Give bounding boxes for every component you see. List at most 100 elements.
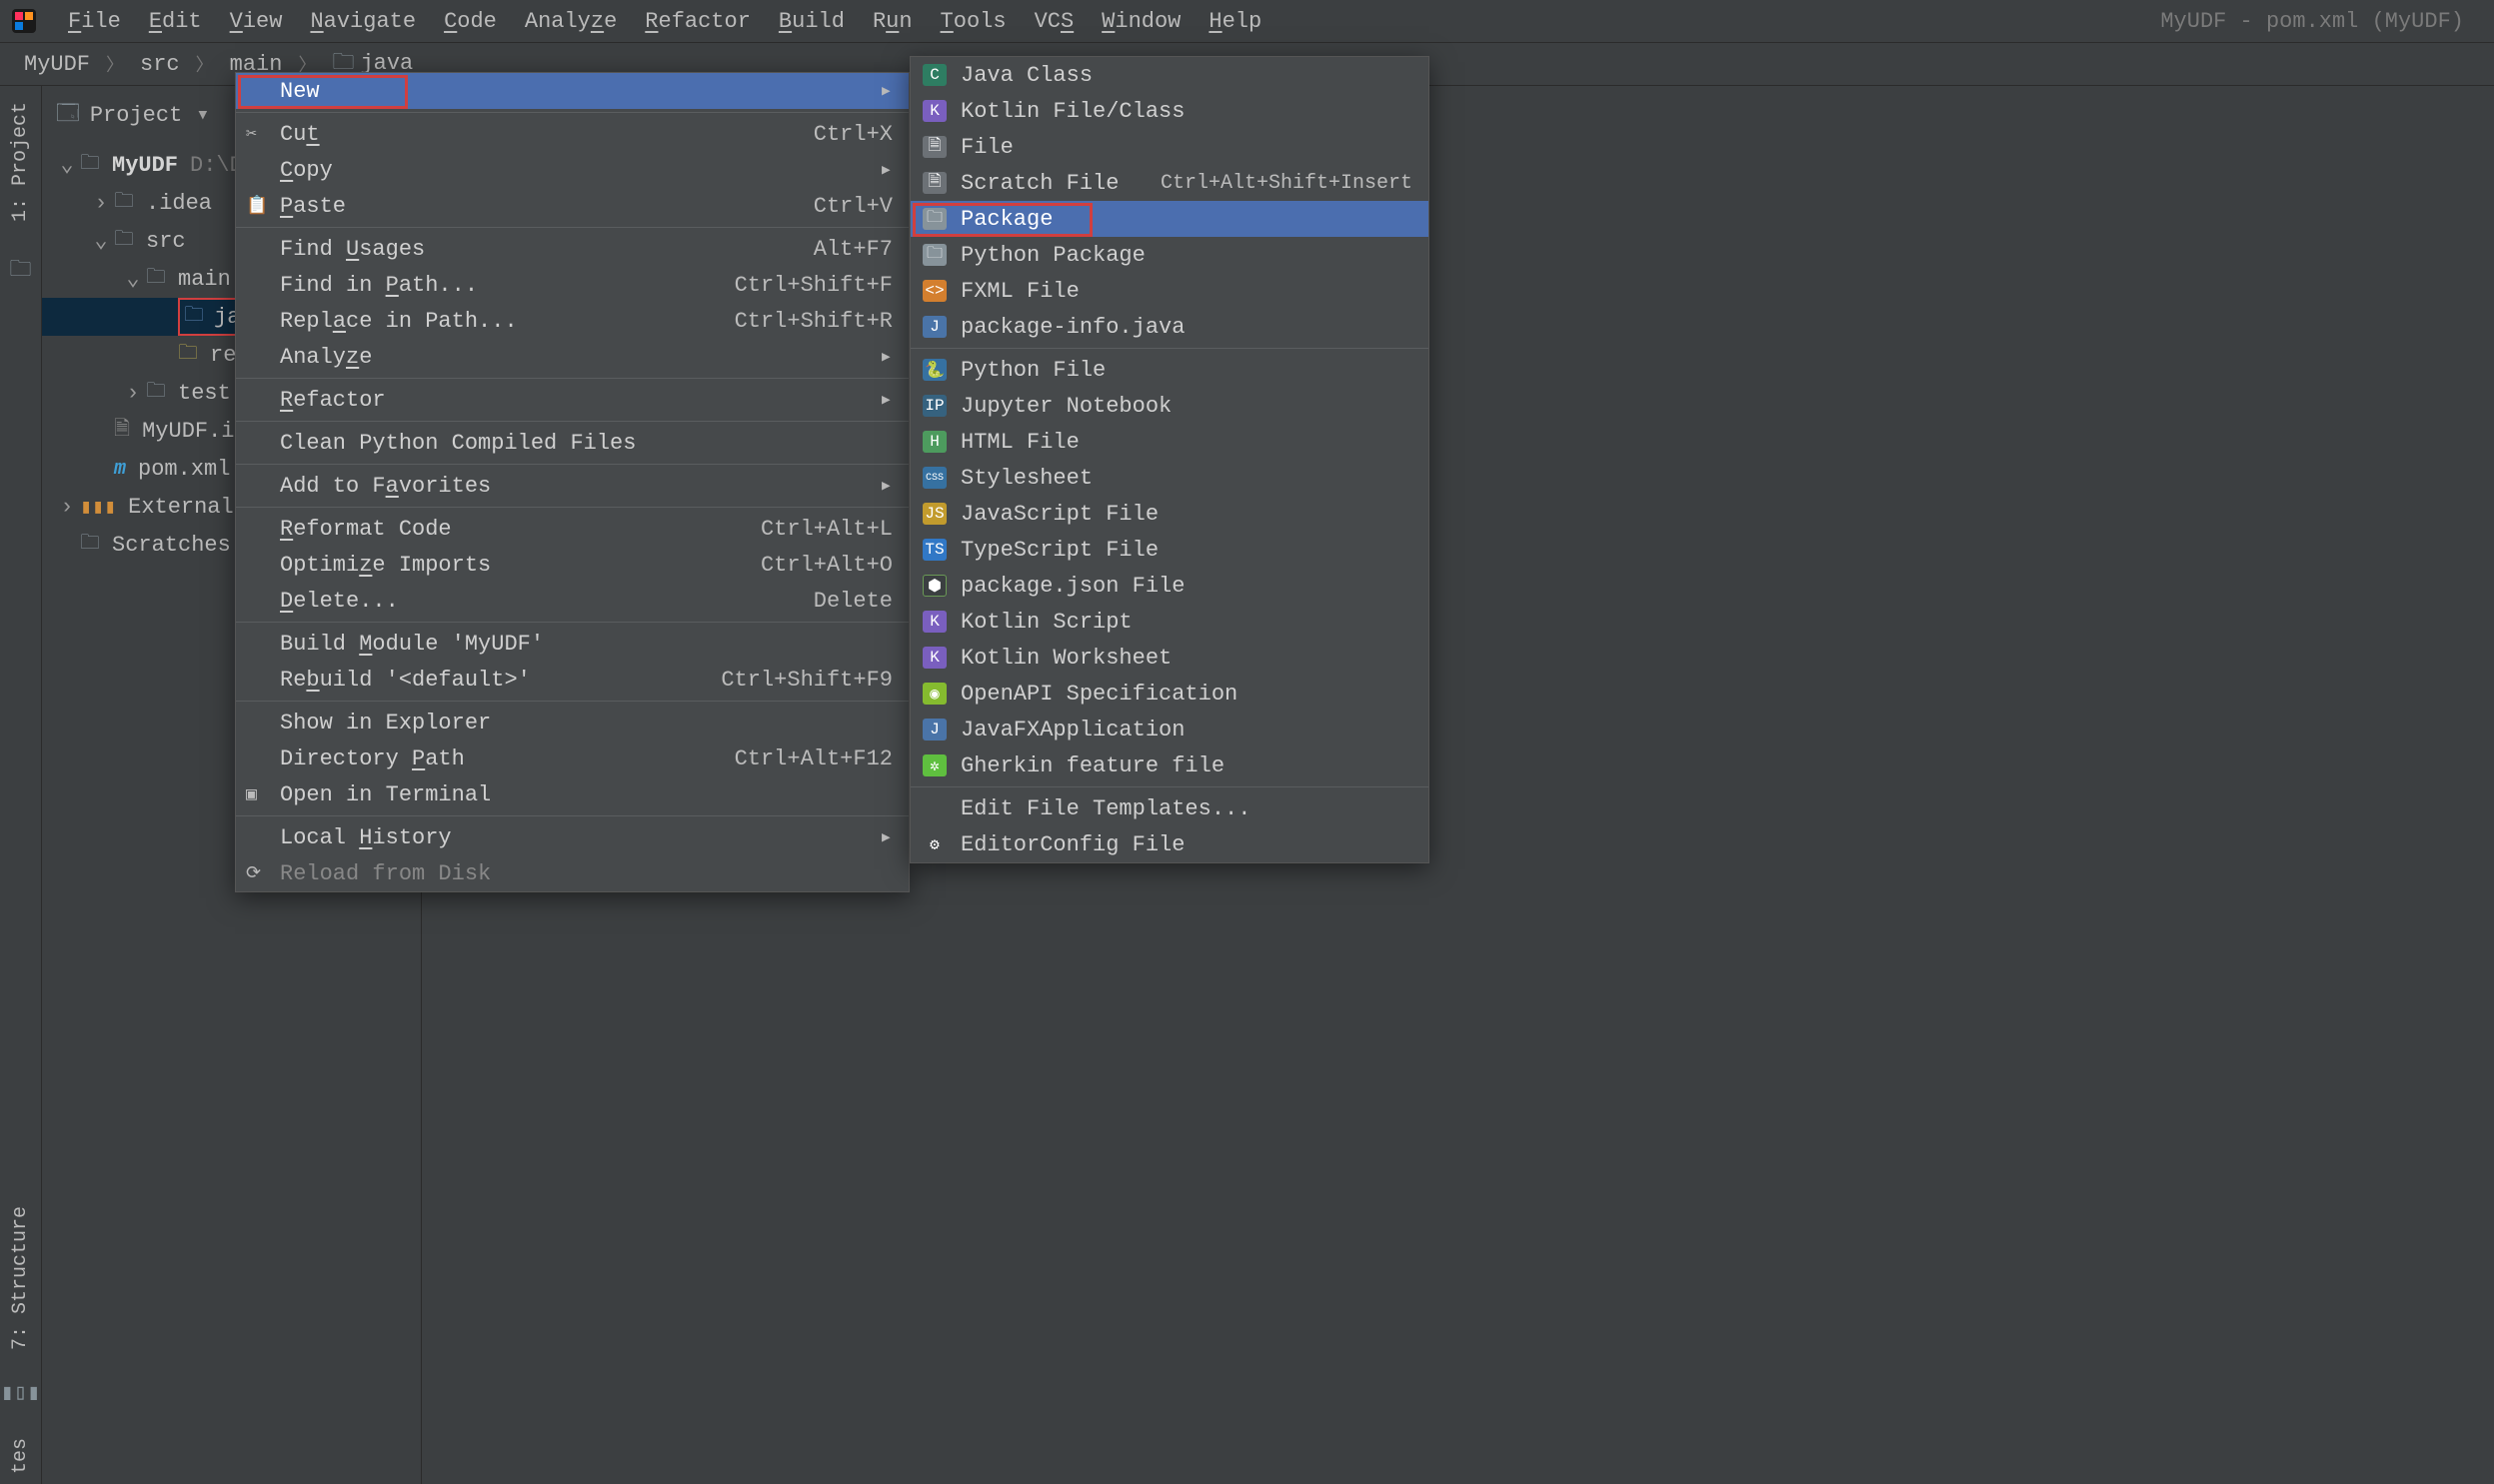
new-gherkin[interactable]: ✲Gherkin feature file bbox=[911, 747, 1428, 783]
ctx-find-in-path[interactable]: Find in Path... Ctrl+Shift+F bbox=[236, 267, 909, 303]
new-package-json[interactable]: ⬢package.json File bbox=[911, 568, 1428, 604]
submenu-arrow-icon: ▸ bbox=[880, 344, 893, 370]
menu-file[interactable]: File bbox=[54, 5, 135, 38]
html-icon: H bbox=[923, 431, 947, 453]
submenu-arrow-icon: ▸ bbox=[880, 824, 893, 850]
new-file[interactable]: 🗎File bbox=[911, 129, 1428, 165]
project-view-icon: 🗔 bbox=[56, 96, 80, 134]
new-kotlin-worksheet[interactable]: KKotlin Worksheet bbox=[911, 640, 1428, 676]
menu-code[interactable]: Code bbox=[430, 5, 511, 38]
ctx-find-usages[interactable]: Find Usages Alt+F7 bbox=[236, 231, 909, 267]
tool-tab-project[interactable]: 1: Project bbox=[5, 92, 36, 232]
ctx-new[interactable]: New ▸ bbox=[236, 73, 909, 109]
gherkin-icon: ✲ bbox=[923, 754, 947, 776]
kotlin-icon: K bbox=[923, 611, 947, 633]
blank-icon bbox=[923, 797, 947, 819]
menu-analyze[interactable]: Analyze bbox=[511, 5, 631, 38]
ctx-rebuild[interactable]: Rebuild '<default>' Ctrl+Shift+F9 bbox=[236, 662, 909, 698]
kotlin-icon: K bbox=[923, 647, 947, 669]
new-kotlin-script[interactable]: KKotlin Script bbox=[911, 604, 1428, 640]
folder-icon: 🗀 bbox=[923, 208, 947, 230]
class-icon: C bbox=[923, 64, 947, 86]
jupyter-icon: IP bbox=[923, 395, 947, 417]
scratch-icon: 🗎 bbox=[923, 172, 947, 194]
ctx-add-favorites[interactable]: Add to Favorites ▸ bbox=[236, 468, 909, 504]
menu-edit[interactable]: Edit bbox=[135, 5, 216, 38]
new-python-package[interactable]: 🗀Python Package bbox=[911, 237, 1428, 273]
ctx-paste[interactable]: 📋 Paste Ctrl+V bbox=[236, 188, 909, 224]
ctx-build-module[interactable]: Build Module 'MyUDF' bbox=[236, 626, 909, 662]
ctx-optimize-imports[interactable]: Optimize Imports Ctrl+Alt+O bbox=[236, 547, 909, 583]
menu-help[interactable]: Help bbox=[1195, 5, 1275, 38]
new-java-class[interactable]: CJava Class bbox=[911, 57, 1428, 93]
context-menu: New ▸ ✂ Cut Ctrl+X Copy ▸ 📋 Paste Ctrl+V… bbox=[235, 72, 910, 892]
left-tool-stripe: 1: Project 🗀 7: Structure ▮▯▮ tes bbox=[0, 86, 42, 1484]
folder-icon: 🗀 bbox=[9, 252, 31, 290]
new-html-file[interactable]: HHTML File bbox=[911, 424, 1428, 460]
menu-window[interactable]: Window bbox=[1088, 5, 1195, 38]
ide-logo-icon bbox=[10, 7, 38, 35]
new-package[interactable]: 🗀Package bbox=[911, 201, 1428, 237]
new-openapi[interactable]: ◉OpenAPI Specification bbox=[911, 676, 1428, 712]
tool-tab-structure[interactable]: 7: Structure bbox=[5, 1196, 36, 1360]
menu-run[interactable]: Run bbox=[859, 5, 927, 38]
new-kotlin-file[interactable]: KKotlin File/Class bbox=[911, 93, 1428, 129]
menu-view[interactable]: View bbox=[216, 5, 297, 38]
tool-tab-tes[interactable]: tes bbox=[5, 1436, 36, 1484]
new-stylesheet[interactable]: CSSStylesheet bbox=[911, 460, 1428, 496]
chevron-down-icon[interactable]: ▾ bbox=[196, 102, 209, 128]
ctx-delete[interactable]: Delete... Delete bbox=[236, 583, 909, 619]
ts-icon: TS bbox=[923, 539, 947, 561]
reload-icon: ⟳ bbox=[246, 862, 261, 884]
css-icon: CSS bbox=[923, 467, 947, 489]
new-package-info[interactable]: Jpackage-info.java bbox=[911, 309, 1428, 345]
new-javafx[interactable]: JJavaFXApplication bbox=[911, 712, 1428, 747]
submenu-arrow-icon: ▸ bbox=[880, 387, 893, 413]
scissors-icon: ✂ bbox=[246, 123, 257, 145]
ctx-open-terminal[interactable]: ▣ Open in Terminal bbox=[236, 776, 909, 812]
new-edit-templates[interactable]: Edit File Templates... bbox=[911, 790, 1428, 826]
ctx-reformat[interactable]: Reformat Code Ctrl+Alt+L bbox=[236, 511, 909, 547]
submenu-arrow-icon: ▸ bbox=[880, 157, 893, 183]
menu-refactor[interactable]: Refactor bbox=[631, 5, 765, 38]
ctx-analyze[interactable]: Analyze ▸ bbox=[236, 339, 909, 375]
submenu-arrow-icon: ▸ bbox=[880, 473, 893, 499]
new-scratch-file[interactable]: 🗎Scratch FileCtrl+Alt+Shift+Insert bbox=[911, 165, 1428, 201]
terminal-icon: ▣ bbox=[246, 783, 257, 805]
clipboard-icon: 📋 bbox=[246, 195, 268, 217]
new-editorconfig[interactable]: ⚙EditorConfig File bbox=[911, 826, 1428, 862]
ctx-directory-path[interactable]: Directory Path Ctrl+Alt+F12 bbox=[236, 741, 909, 776]
menu-tools[interactable]: Tools bbox=[927, 5, 1021, 38]
new-jupyter[interactable]: IPJupyter Notebook bbox=[911, 388, 1428, 424]
crumb-root[interactable]: MyUDF bbox=[18, 52, 96, 77]
js-icon: JS bbox=[923, 503, 947, 525]
new-fxml-file[interactable]: <>FXML File bbox=[911, 273, 1428, 309]
ctx-cut[interactable]: ✂ Cut Ctrl+X bbox=[236, 116, 909, 152]
file-icon: 🗎 bbox=[923, 136, 947, 158]
menu-build[interactable]: Build bbox=[765, 5, 859, 38]
gear-icon: ⚙ bbox=[923, 833, 947, 855]
menu-vcs[interactable]: VCS bbox=[1021, 5, 1089, 38]
submenu-arrow-icon: ▸ bbox=[880, 78, 893, 104]
main-menu-bar: File Edit View Navigate Code Analyze Ref… bbox=[0, 0, 2494, 42]
ctx-clean-python[interactable]: Clean Python Compiled Files bbox=[236, 425, 909, 461]
new-submenu: CJava Class KKotlin File/Class 🗎File 🗎Sc… bbox=[910, 56, 1429, 863]
java-icon: J bbox=[923, 719, 947, 741]
menu-navigate[interactable]: Navigate bbox=[296, 5, 430, 38]
chevron-right-icon: 〉 bbox=[192, 51, 218, 77]
ctx-show-explorer[interactable]: Show in Explorer bbox=[236, 705, 909, 741]
ctx-replace-in-path[interactable]: Replace in Path... Ctrl+Shift+R bbox=[236, 303, 909, 339]
new-javascript-file[interactable]: JSJavaScript File bbox=[911, 496, 1428, 532]
panel-title: Project bbox=[90, 103, 182, 128]
chevron-right-icon: 〉 bbox=[102, 51, 128, 77]
ctx-local-history[interactable]: Local History ▸ bbox=[236, 819, 909, 855]
ctx-reload[interactable]: ⟳ Reload from Disk bbox=[236, 855, 909, 891]
new-python-file[interactable]: 🐍Python File bbox=[911, 352, 1428, 388]
folder-icon: 🗀 bbox=[923, 244, 947, 266]
ctx-refactor[interactable]: Refactor ▸ bbox=[236, 382, 909, 418]
new-typescript-file[interactable]: TSTypeScript File bbox=[911, 532, 1428, 568]
ctx-copy[interactable]: Copy ▸ bbox=[236, 152, 909, 188]
python-icon: 🐍 bbox=[923, 359, 947, 381]
crumb-src[interactable]: src bbox=[134, 52, 186, 77]
structure-icon: ▮▯▮ bbox=[1, 1380, 41, 1406]
